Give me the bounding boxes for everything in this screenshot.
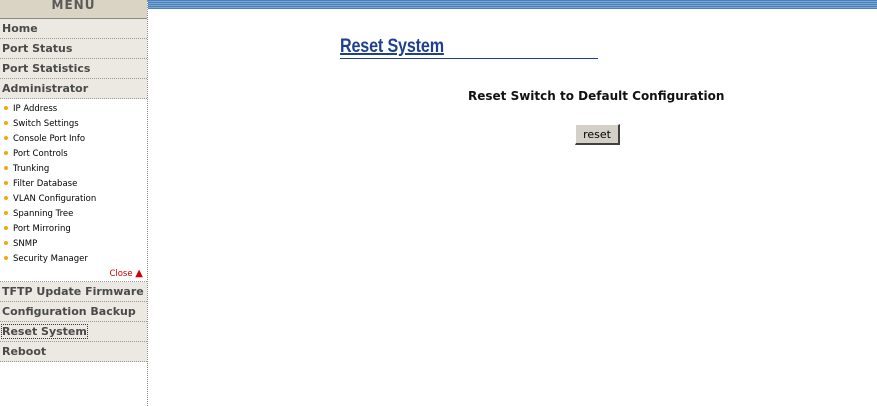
submenu-item-label: IP Address [13,104,58,114]
menu-item-administrator[interactable]: Administrator [0,79,147,99]
close-label: Close [109,269,133,279]
submenu-item-label: Spanning Tree [13,209,74,219]
submenu-item-label: VLAN Configuration [13,194,97,204]
submenu-item-label: Switch Settings [13,119,79,129]
submenu-item-ip-address[interactable]: IP Address [0,102,147,117]
submenu-item-label: Trunking [13,164,50,174]
bullet-icon [4,150,8,155]
submenu-item-label: Port Controls [13,149,68,159]
bullet-icon [4,135,8,140]
submenu-item-filter-database[interactable]: Filter Database [0,177,147,192]
submenu-item-label: Console Port Info [13,134,86,144]
menu-item-label: Reset System [1,324,88,339]
menu-item-label: Port Statistics [2,62,91,75]
submenu-item-label: SNMP [13,239,38,249]
title-underline [340,58,598,59]
sidebar-menu: MENU Home Port Status Port Statistics Ad… [0,0,148,406]
reset-heading: Reset Switch to Default Configuration [468,89,725,103]
close-submenu-button[interactable]: Close ▲ [0,267,147,281]
menu-item-label: Configuration Backup [2,305,136,318]
bullet-icon [4,120,8,125]
menu-item-label: Administrator [2,82,89,95]
menu-item-label: Port Status [2,42,73,55]
submenu-item-security-manager[interactable]: Security Manager [0,252,147,267]
menu-item-label: TFTP Update Firmware [2,285,144,298]
administrator-submenu: IP Address Switch Settings Console Port … [0,99,147,282]
submenu-item-trunking[interactable]: Trunking [0,162,147,177]
bullet-icon [4,225,8,230]
bullet-icon [4,255,8,260]
bullet-icon [4,195,8,200]
bullet-icon [4,210,8,215]
bullet-icon [4,105,8,110]
reset-button[interactable]: reset [575,124,620,145]
submenu-item-switch-settings[interactable]: Switch Settings [0,117,147,132]
top-banner-bar [148,0,877,9]
bullet-icon [4,180,8,185]
menu-item-tftp-update-firmware[interactable]: TFTP Update Firmware [0,282,147,302]
bullet-icon [4,165,8,170]
submenu-item-spanning-tree[interactable]: Spanning Tree [0,207,147,222]
menu-item-port-statistics[interactable]: Port Statistics [0,59,147,79]
submenu-item-port-mirroring[interactable]: Port Mirroring [0,222,147,237]
submenu-item-snmp[interactable]: SNMP [0,237,147,252]
menu-item-label: Home [2,22,38,35]
menu-item-reset-system[interactable]: Reset System [0,322,147,342]
submenu-item-label: Security Manager [13,254,88,264]
arrow-up-icon: ▲ [135,268,143,279]
menu-item-reboot[interactable]: Reboot [0,342,147,362]
submenu-item-label: Filter Database [13,179,78,189]
menu-title: MENU [0,0,147,19]
submenu-item-label: Port Mirroring [13,224,71,234]
submenu-item-port-controls[interactable]: Port Controls [0,147,147,162]
submenu-item-vlan-configuration[interactable]: VLAN Configuration [0,192,147,207]
menu-item-configuration-backup[interactable]: Configuration Backup [0,302,147,322]
menu-item-label: Reboot [2,345,47,358]
menu-item-port-status[interactable]: Port Status [0,39,147,59]
menu-item-home[interactable]: Home [0,19,147,39]
bullet-icon [4,240,8,245]
submenu-item-console-port-info[interactable]: Console Port Info [0,132,147,147]
page-title: Reset System [340,36,444,57]
